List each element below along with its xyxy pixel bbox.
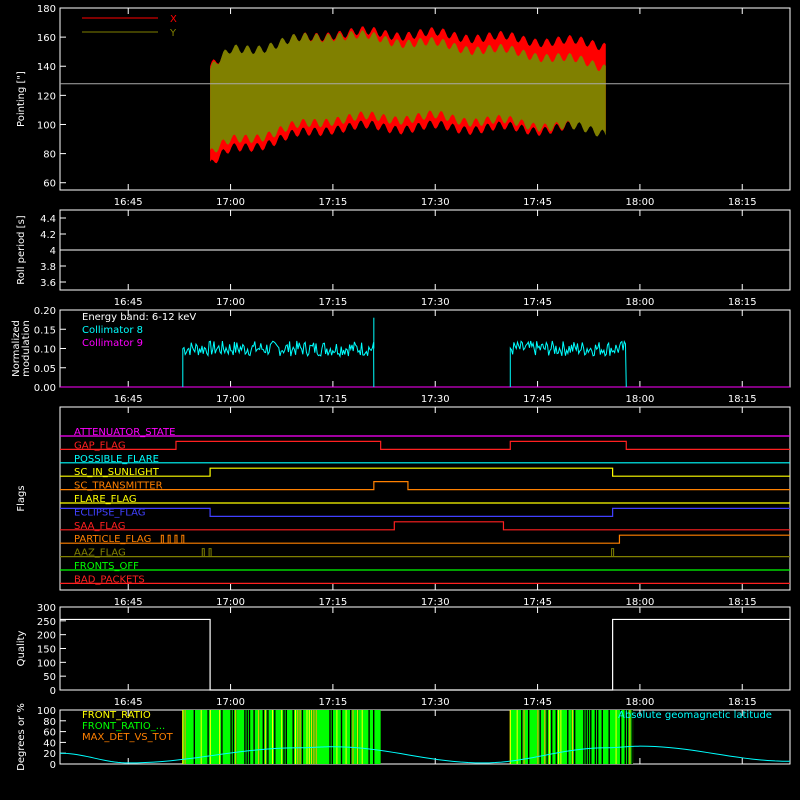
pointing-xtick-label: 17:00 — [216, 197, 245, 208]
flag-label-sc_in_sunlight: SC_IN_SUNLIGHT — [74, 467, 160, 478]
modulation-ytick-label: 0.00 — [34, 383, 56, 394]
quality-ytick-label: 0 — [50, 686, 56, 697]
pointing-ytick-label: 140 — [37, 62, 56, 73]
roll-ytick-label: 4.2 — [40, 230, 56, 241]
flag-label-gap_flag: GAP_FLAG — [74, 440, 126, 451]
flag-label-saa_flag: SAA_FLAG — [74, 521, 125, 532]
roll-ytick-label: 3.6 — [40, 278, 56, 289]
degrees-ytick-label: 60 — [43, 728, 56, 739]
legend-collimator-9: Collimator 9 — [82, 338, 143, 349]
pointing-ytick-label: 100 — [37, 120, 56, 131]
legend-label-y: Y — [169, 28, 177, 39]
modulation-xtick-label: 17:30 — [421, 394, 450, 405]
quality-xtick-label: 17:30 — [421, 697, 450, 708]
roll-xtick-label: 17:30 — [421, 297, 450, 308]
quality-ytick-label: 200 — [37, 631, 56, 642]
flags-xtick-label: 18:00 — [625, 597, 654, 608]
flag-label-attenuator_state: ATTENUATOR_STATE — [74, 427, 175, 438]
flag-label-possible_flare: POSSIBLE_FLARE — [74, 454, 159, 465]
pointing-ytick-label: 80 — [43, 150, 56, 161]
pointing-xtick-label: 17:15 — [318, 197, 347, 208]
modulation-xtick-label: 16:45 — [114, 394, 143, 405]
roll-ytick-label: 3.8 — [40, 262, 56, 273]
figure: 16:45 17:00 17:15 17:30 17:45 18:00 18:15 Point… — [0, 0, 800, 800]
quality-xtick-label: 17:00 — [216, 697, 245, 708]
legend-front-ratio: FRONT_RATIO — [82, 710, 151, 721]
pointing-ytick-label: 120 — [37, 91, 56, 102]
pointing-ytick-label: 180 — [37, 4, 56, 15]
legend-front-ratio-2: FRONT_RATIO_... — [82, 721, 165, 732]
modulation-ytick-label: 0.05 — [34, 364, 56, 375]
flag-label-eclipse_flag: ECLIPSE_FLAG — [74, 507, 145, 518]
pointing-xtick-label: 18:00 — [625, 197, 654, 208]
roll-xtick-label: 17:45 — [523, 297, 552, 308]
roll-xtick-label: 18:00 — [625, 297, 654, 308]
pointing-xtick-label: 17:45 — [523, 197, 552, 208]
legend-geomagnetic-latitude: Absolute geomagnetic latitude — [618, 710, 772, 721]
flags-xtick-label: 17:00 — [216, 597, 245, 608]
legend-collimator-8: Collimator 8 — [82, 325, 143, 336]
quality-ytick-label: 250 — [37, 617, 56, 628]
roll-ylabel: Roll period [s] — [16, 215, 27, 284]
roll-xtick-label: 17:15 — [318, 297, 347, 308]
flags-xtick-label: 18:15 — [728, 597, 757, 608]
pointing-ylabel: Pointing ["] — [16, 71, 27, 127]
flags-xtick-label: 17:45 — [523, 597, 552, 608]
roll-xtick-label: 17:00 — [216, 297, 245, 308]
modulation-xtick-label: 18:00 — [625, 394, 654, 405]
legend-label-x: X — [170, 14, 177, 25]
modulation-xtick-label: 17:15 — [318, 394, 347, 405]
quality-xtick-label: 16:45 — [114, 697, 143, 708]
flag-label-fronts_off: FRONTS_OFF — [74, 561, 139, 572]
quality-ytick-label: 300 — [37, 603, 56, 614]
pointing-ytick-label: 160 — [37, 33, 56, 44]
flag-label-sc_transmitter: SC_TRANSMITTER — [74, 481, 163, 492]
quality-xtick-label: 17:15 — [318, 697, 347, 708]
roll-ytick-label: 4.4 — [40, 214, 56, 225]
modulation-xtick-label: 18:15 — [728, 394, 757, 405]
quality-xtick-label: 18:15 — [728, 697, 757, 708]
modulation-xtick-label: 17:00 — [216, 394, 245, 405]
pointing-xtick-label: 18:15 — [728, 197, 757, 208]
flags-xtick-label: 16:45 — [114, 597, 143, 608]
energy-band-label: Energy band: 6-12 keV — [82, 312, 196, 323]
roll-xtick-label: 16:45 — [114, 297, 143, 308]
flag-label-bad_packets: BAD_PACKETS — [74, 574, 145, 585]
quality-xtick-label: 17:45 — [523, 697, 552, 708]
modulation-ytick-label: 0.10 — [34, 345, 56, 356]
pointing-ytick-label: 60 — [43, 179, 56, 190]
degrees-ytick-label: 20 — [43, 749, 56, 760]
flags-xtick-label: 17:15 — [318, 597, 347, 608]
roll-ytick-label: 4 — [50, 246, 56, 257]
flags-xtick-label: 17:30 — [421, 597, 450, 608]
quality-ytick-label: 50 — [43, 672, 56, 683]
legend-max-det: MAX_DET_VS_TOT — [82, 732, 174, 743]
degrees-ytick-label: 0 — [50, 760, 56, 771]
quality-xtick-label: 18:00 — [625, 697, 654, 708]
pointing-xtick-label: 17:30 — [421, 197, 450, 208]
pointing-xtick-label: 16:45 — [114, 197, 143, 208]
quality-ylabel: Quality — [16, 631, 27, 667]
flags-ylabel: Flags — [16, 485, 27, 511]
flag-label-aaz_flag: AAZ_FLAG — [74, 548, 126, 559]
quality-ytick-label: 100 — [37, 658, 56, 669]
degrees-ylabel: Degrees or % — [16, 703, 27, 771]
degrees-ytick-label: 100 — [37, 706, 56, 717]
roll-xtick-label: 18:15 — [728, 297, 757, 308]
modulation-xtick-label: 17:45 — [523, 394, 552, 405]
modulation-ylabel: modulation — [21, 320, 32, 377]
quality-ytick-label: 150 — [37, 645, 56, 656]
flag-label-particle_flag: PARTICLE_FLAG — [74, 534, 151, 545]
flag-label-flare_flag: FLARE_FLAG — [74, 494, 137, 505]
degrees-ytick-label: 40 — [43, 738, 56, 749]
modulation-ytick-label: 0.20 — [34, 306, 56, 317]
modulation-ytick-label: 0.15 — [34, 325, 56, 336]
degrees-ytick-label: 80 — [43, 717, 56, 728]
